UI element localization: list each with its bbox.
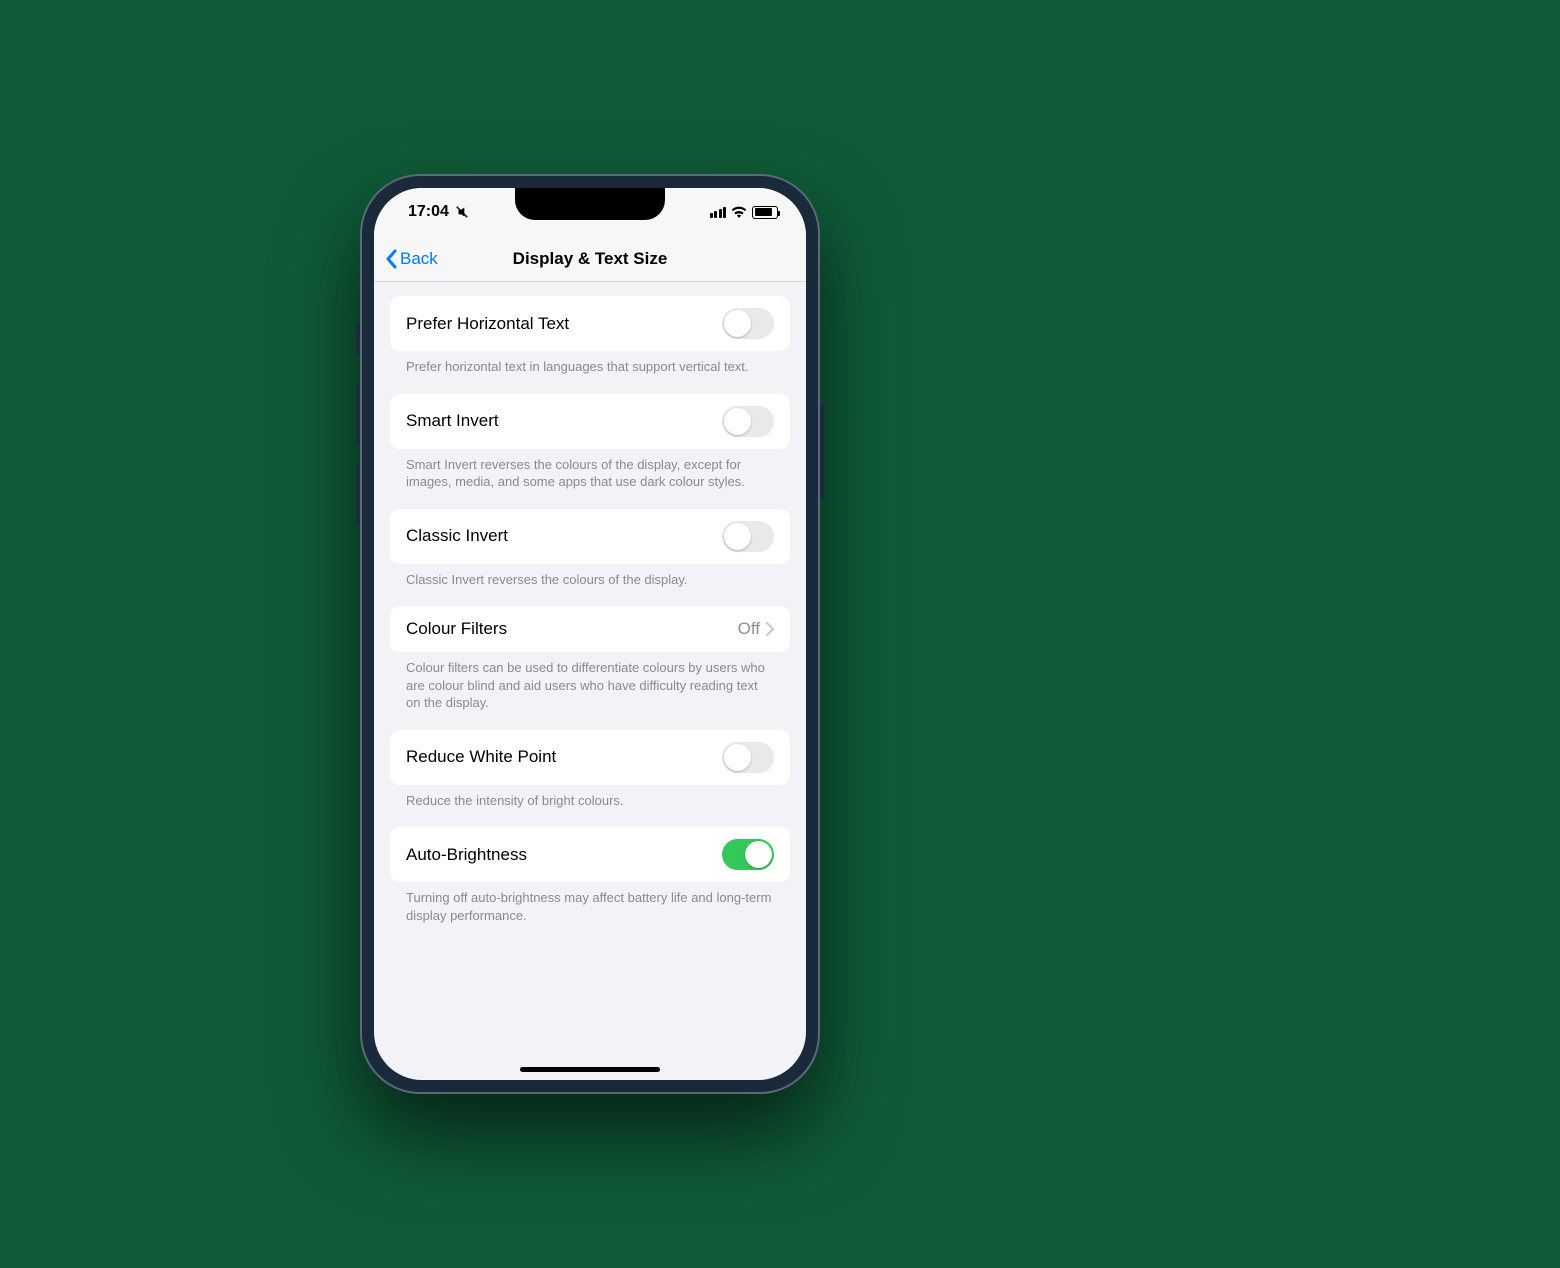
page-title: Display & Text Size <box>513 249 668 269</box>
volume-down-button <box>356 464 360 524</box>
cell-accessory: Off <box>738 619 774 639</box>
group-footer: Reduce the intensity of bright colours. <box>390 785 790 810</box>
cell-label: Reduce White Point <box>406 747 556 767</box>
cell-label: Classic Invert <box>406 526 508 546</box>
back-button[interactable]: Back <box>384 249 438 269</box>
switch-knob <box>724 744 751 771</box>
back-label: Back <box>400 249 438 269</box>
cell-label: Colour Filters <box>406 619 507 639</box>
mute-switch <box>356 324 360 354</box>
toggle-switch[interactable] <box>722 839 774 870</box>
switch-knob <box>745 841 772 868</box>
toggle-switch[interactable] <box>722 521 774 552</box>
settings-toggle-cell: Auto-Brightness <box>390 827 790 882</box>
status-time: 17:04 <box>408 203 449 221</box>
group-footer: Smart Invert reverses the colours of the… <box>390 449 790 491</box>
switch-knob <box>724 310 751 337</box>
cell-label: Auto-Brightness <box>406 845 527 865</box>
cell-label: Smart Invert <box>406 411 499 431</box>
cellular-icon <box>710 207 727 218</box>
settings-group: Reduce White Point Reduce the intensity o… <box>374 730 806 810</box>
silent-icon <box>455 205 469 219</box>
settings-toggle-cell: Classic Invert <box>390 509 790 564</box>
settings-list[interactable]: Prefer Horizontal Text Prefer horizontal … <box>374 282 806 1080</box>
group-footer: Turning off auto-brightness may affect b… <box>390 882 790 924</box>
nav-bar: Back Display & Text Size <box>374 236 806 282</box>
power-button <box>820 404 824 499</box>
notch <box>515 188 665 220</box>
group-footer: Classic Invert reverses the colours of t… <box>390 564 790 589</box>
switch-knob <box>724 523 751 550</box>
settings-group: Prefer Horizontal Text Prefer horizontal … <box>374 296 806 376</box>
settings-toggle-cell: Prefer Horizontal Text <box>390 296 790 351</box>
group-footer: Prefer horizontal text in languages that… <box>390 351 790 376</box>
toggle-switch[interactable] <box>722 406 774 437</box>
home-indicator[interactable] <box>520 1067 660 1072</box>
battery-icon <box>752 206 778 219</box>
settings-group: Classic Invert Classic Invert reverses th… <box>374 509 806 589</box>
iphone-frame: 17:04 <box>360 174 820 1094</box>
toggle-switch[interactable] <box>722 742 774 773</box>
settings-group: Smart Invert Smart Invert reverses the co… <box>374 394 806 491</box>
settings-link-cell[interactable]: Colour Filters Off <box>390 606 790 652</box>
settings-group: Auto-Brightness Turning off auto-brightne… <box>374 827 806 924</box>
wifi-icon <box>731 206 747 218</box>
chevron-right-icon <box>766 622 774 636</box>
settings-toggle-cell: Reduce White Point <box>390 730 790 785</box>
settings-group: Colour Filters Off Colour filters can be u… <box>374 606 806 712</box>
cell-value: Off <box>738 619 760 639</box>
cell-label: Prefer Horizontal Text <box>406 314 569 334</box>
switch-knob <box>724 408 751 435</box>
chevron-left-icon <box>384 249 398 269</box>
screen: 17:04 <box>374 188 806 1080</box>
toggle-switch[interactable] <box>722 308 774 339</box>
group-footer: Colour filters can be used to differenti… <box>390 652 790 712</box>
volume-up-button <box>356 384 360 444</box>
settings-toggle-cell: Smart Invert <box>390 394 790 449</box>
